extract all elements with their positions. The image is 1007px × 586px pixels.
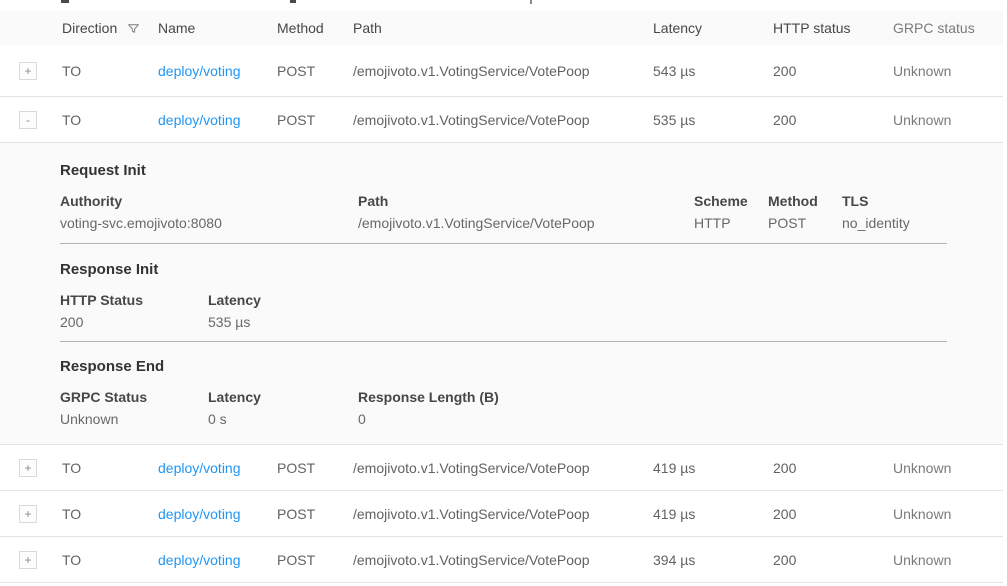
field-label: TLS xyxy=(842,193,947,209)
field-latency: Latency 0 s xyxy=(208,389,358,427)
filter-icon[interactable] xyxy=(127,22,140,35)
field-value: 535 µs xyxy=(208,314,947,330)
latency-cell: 419 µs xyxy=(653,506,773,522)
table-row: + TO deploy/voting POST /emojivoto.v1.Vo… xyxy=(0,537,1003,583)
path-cell: /emojivoto.v1.VotingService/VotePoop xyxy=(353,112,653,128)
http-status-cell: 200 xyxy=(773,552,893,568)
http-status-cell: 200 xyxy=(773,460,893,476)
http-status-cell: 200 xyxy=(773,112,893,128)
direction-cell: TO xyxy=(62,63,158,79)
field-latency: Latency 535 µs xyxy=(208,292,947,330)
collapse-row-button[interactable]: - xyxy=(19,111,37,129)
table-row-expanded: - TO deploy/voting POST /emojivoto.v1.Vo… xyxy=(0,97,1003,142)
clipped-text-fragment xyxy=(530,0,532,4)
field-path: Path /emojivoto.v1.VotingService/VotePoo… xyxy=(358,193,694,231)
column-header-path: Path xyxy=(353,20,653,36)
deployment-link[interactable]: deploy/voting xyxy=(158,506,241,522)
path-cell: /emojivoto.v1.VotingService/VotePoop xyxy=(353,552,653,568)
clipped-text-fragment xyxy=(61,0,69,3)
tap-page: Direction Name Method Path Latency HTTP … xyxy=(0,0,1007,586)
expand-row-button[interactable]: + xyxy=(19,62,37,80)
grpc-status-cell: Unknown xyxy=(893,506,1003,522)
field-grpc-status: GRPC Status Unknown xyxy=(60,389,208,427)
field-value: /emojivoto.v1.VotingService/VotePoop xyxy=(358,215,694,231)
column-header-grpc-status: GRPC status xyxy=(893,20,1003,36)
request-init-section: Request Init Authority voting-svc.emojiv… xyxy=(60,143,947,244)
method-cell: POST xyxy=(277,63,353,79)
field-label: GRPC Status xyxy=(60,389,208,405)
method-cell: POST xyxy=(277,112,353,128)
field-response-length: Response Length (B) 0 xyxy=(358,389,947,427)
deployment-link[interactable]: deploy/voting xyxy=(158,63,241,79)
field-http-status: HTTP Status 200 xyxy=(60,292,208,330)
field-label: HTTP Status xyxy=(60,292,208,308)
column-header-http-status: HTTP status xyxy=(773,20,893,36)
latency-cell: 419 µs xyxy=(653,460,773,476)
field-tls: TLS no_identity xyxy=(842,193,947,231)
method-cell: POST xyxy=(277,506,353,522)
latency-cell: 394 µs xyxy=(653,552,773,568)
field-label: Latency xyxy=(208,292,947,308)
expand-row-button[interactable]: + xyxy=(19,505,37,523)
direction-cell: TO xyxy=(62,506,158,522)
table-header-row: Direction Name Method Path Latency HTTP … xyxy=(0,10,1003,46)
field-label: Latency xyxy=(208,389,358,405)
field-value: 200 xyxy=(60,314,208,330)
latency-cell: 535 µs xyxy=(653,112,773,128)
deployment-link[interactable]: deploy/voting xyxy=(158,552,241,568)
field-authority: Authority voting-svc.emojivoto:8080 xyxy=(60,193,358,231)
expand-row-button[interactable]: + xyxy=(19,459,37,477)
direction-cell: TO xyxy=(62,552,158,568)
section-title: Request Init xyxy=(60,162,947,179)
direction-header-label: Direction xyxy=(62,20,117,36)
direction-cell: TO xyxy=(62,460,158,476)
field-scheme: Scheme HTTP xyxy=(694,193,768,231)
column-header-direction: Direction xyxy=(62,20,158,36)
grpc-status-cell: Unknown xyxy=(893,552,1003,568)
field-label: Method xyxy=(768,193,842,209)
http-status-cell: 200 xyxy=(773,63,893,79)
tap-table: Direction Name Method Path Latency HTTP … xyxy=(0,10,1003,583)
field-label: Path xyxy=(358,193,694,209)
section-title: Response End xyxy=(60,358,947,375)
grpc-status-cell: Unknown xyxy=(893,63,1003,79)
response-init-section: Response Init HTTP Status 200 Latency 53… xyxy=(60,244,947,342)
field-value: 0 xyxy=(358,411,947,427)
direction-cell: TO xyxy=(62,112,158,128)
method-cell: POST xyxy=(277,460,353,476)
expand-row-button[interactable]: + xyxy=(19,551,37,569)
section-title: Response Init xyxy=(60,261,947,278)
field-value: Unknown xyxy=(60,411,208,427)
field-value: 0 s xyxy=(208,411,358,427)
field-value: HTTP xyxy=(694,215,768,231)
table-row: + TO deploy/voting POST /emojivoto.v1.Vo… xyxy=(0,491,1003,537)
latency-cell: 543 µs xyxy=(653,63,773,79)
path-cell: /emojivoto.v1.VotingService/VotePoop xyxy=(353,63,653,79)
clipped-text-fragment xyxy=(290,0,296,3)
field-method: Method POST xyxy=(768,193,842,231)
column-header-latency: Latency xyxy=(653,20,773,36)
column-header-name: Name xyxy=(158,20,277,36)
response-end-section: Response End GRPC Status Unknown Latency… xyxy=(60,342,947,445)
path-cell: /emojivoto.v1.VotingService/VotePoop xyxy=(353,460,653,476)
field-value: no_identity xyxy=(842,215,947,231)
deployment-link[interactable]: deploy/voting xyxy=(158,460,241,476)
field-label: Response Length (B) xyxy=(358,389,947,405)
field-value: POST xyxy=(768,215,842,231)
field-label: Authority xyxy=(60,193,358,209)
table-row: + TO deploy/voting POST /emojivoto.v1.Vo… xyxy=(0,46,1003,97)
grpc-status-cell: Unknown xyxy=(893,112,1003,128)
row-detail-panel: Request Init Authority voting-svc.emojiv… xyxy=(0,142,1003,445)
field-value: voting-svc.emojivoto:8080 xyxy=(60,215,358,231)
deployment-link[interactable]: deploy/voting xyxy=(158,112,241,128)
field-label: Scheme xyxy=(694,193,768,209)
grpc-status-cell: Unknown xyxy=(893,460,1003,476)
http-status-cell: 200 xyxy=(773,506,893,522)
method-cell: POST xyxy=(277,552,353,568)
path-cell: /emojivoto.v1.VotingService/VotePoop xyxy=(353,506,653,522)
column-header-method: Method xyxy=(277,20,353,36)
table-row: + TO deploy/voting POST /emojivoto.v1.Vo… xyxy=(0,445,1003,491)
